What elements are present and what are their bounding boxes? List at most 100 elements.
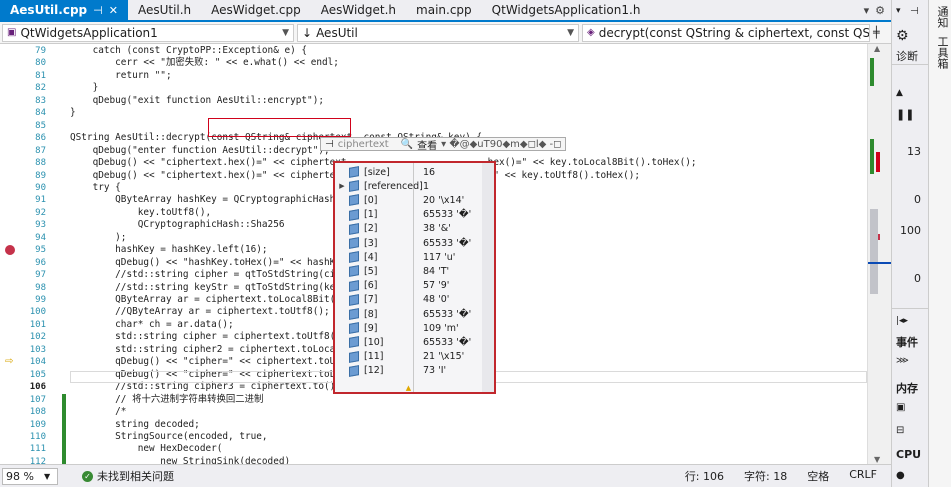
- scope-dropdown[interactable]: ↓ AesUtil ▼: [297, 23, 579, 42]
- camera-icon[interactable]: ▣: [896, 402, 905, 413]
- code-line[interactable]: std::string cipher2 = ciphertext.toLoca: [70, 344, 335, 356]
- settings-gear-icon[interactable]: ⚙: [896, 28, 909, 44]
- line-number: 111: [29, 444, 46, 455]
- editor-vertical-scrollbar[interactable]: ▲ ▼: [867, 44, 892, 464]
- tab-aeswidget-cpp[interactable]: AesWidget.cpp: [201, 0, 311, 20]
- code-line[interactable]: std::string cipher = ciphertext.toUtf8(: [70, 331, 335, 343]
- code-line[interactable]: return "";: [70, 70, 171, 82]
- code-line[interactable]: /*: [70, 406, 126, 418]
- pin-icon[interactable]: ⊣: [910, 6, 919, 17]
- watch-row[interactable]: [2] 38 '&': [335, 222, 494, 236]
- collapse-icon[interactable]: ▲: [896, 88, 903, 98]
- tab-aeswidget-h[interactable]: AesWidget.h: [311, 0, 406, 20]
- line-indicator[interactable]: 行: 106: [685, 468, 724, 484]
- watch-scrollbar[interactable]: [482, 163, 494, 392]
- code-line[interactable]: qDebug() << "hashKey.toHex()=" << hashKe: [70, 257, 341, 269]
- memory-label[interactable]: 内存: [896, 380, 918, 396]
- watch-row[interactable]: [8] 65533 '�': [335, 307, 494, 321]
- code-line[interactable]: key.toUtf8(),: [70, 207, 211, 219]
- code-line[interactable]: hashKey = hashKey.left(16);: [70, 244, 267, 256]
- code-line[interactable]: StringSource(encoded, true,: [70, 431, 267, 443]
- tab-list-dropdown-icon[interactable]: ▾: [864, 4, 870, 17]
- watch-row[interactable]: [0] 20 '\x14': [335, 193, 494, 207]
- code-line[interactable]: try {: [70, 182, 121, 194]
- cpu-label[interactable]: CPU: [896, 448, 921, 461]
- code-line[interactable]: QByteArray ar = ciphertext.toLocal8Bit(: [70, 294, 335, 306]
- pin-icon[interactable]: ⊣: [325, 139, 334, 150]
- code-line[interactable]: );: [70, 232, 126, 244]
- datatip-header[interactable]: ⊣ ciphertext 🔍 查看 ▾ �@◆uT90◆m◆◻l◆ -◻: [320, 137, 567, 152]
- zoom-dropdown[interactable]: 98 % ▼: [2, 467, 58, 485]
- scroll-thumb[interactable]: [870, 209, 878, 294]
- cube-icon: [349, 237, 359, 249]
- nav-arrows-icon[interactable]: |◂▸: [896, 316, 908, 326]
- line-number-gutter[interactable]: 79 80 81 82 83 84 85 86 87 88 89 90 91 92 93 94 95 96 97 98…: [0, 44, 66, 464]
- events-label[interactable]: 事件: [896, 334, 918, 350]
- watch-row[interactable]: [6] 57 '9': [335, 279, 494, 293]
- code-line[interactable]: //QByteArray ar = ciphertext.toUtf8();: [70, 306, 330, 318]
- split-editor-icon[interactable]: ╪: [873, 26, 880, 39]
- tab-main-cpp[interactable]: main.cpp: [406, 0, 482, 20]
- eol-indicator[interactable]: CRLF: [849, 468, 877, 484]
- member-name: decrypt(const QString & ciphertext, cons…: [598, 25, 870, 40]
- watch-name: [10]: [364, 336, 384, 348]
- settings-gear-icon[interactable]: ⚙: [875, 4, 885, 17]
- code-line[interactable]: }: [70, 107, 76, 119]
- filter-icon[interactable]: ⋙: [896, 356, 909, 366]
- watch-row[interactable]: [5] 84 'T': [335, 264, 494, 278]
- notifications-tab[interactable]: 通知: [934, 6, 950, 28]
- line-number: 112: [29, 456, 46, 464]
- whitespace-indicator[interactable]: 空格: [807, 468, 829, 484]
- code-line[interactable]: cerr << "加密失败: " << e.what() << endl;: [70, 57, 339, 69]
- line-number: 87: [35, 145, 46, 156]
- member-dropdown[interactable]: ◈ decrypt(const QString & ciphertext, co…: [582, 23, 870, 42]
- status-bar: 98 % ▼ ✓ 未找到相关问题 行: 106 字符: 18 空格 CRLF: [0, 464, 891, 487]
- code-line[interactable]: }: [70, 82, 99, 94]
- scroll-down-icon[interactable]: ▲: [335, 384, 482, 392]
- code-line[interactable]: catch (const CryptoPP::Exception& e) {: [70, 45, 308, 57]
- expand-arrow-icon[interactable]: ▶: [335, 182, 349, 190]
- code-line[interactable]: //std::string keyStr = qtToStdString(ke: [70, 282, 335, 294]
- line-number: 91: [35, 195, 46, 206]
- tab-tools: ▾ ⚙: [864, 0, 891, 20]
- column-indicator[interactable]: 字符: 18: [744, 468, 787, 484]
- code-line[interactable]: char* ch = ar.data();: [70, 319, 234, 331]
- tab-aesutil-cpp[interactable]: AesUtil.cpp ⊣ ✕: [0, 0, 128, 20]
- watch-row[interactable]: [size] 16: [335, 165, 494, 179]
- watch-row[interactable]: [3] 65533 '�': [335, 236, 494, 250]
- dropdown-icon[interactable]: ▾: [896, 6, 901, 16]
- watch-row[interactable]: [1] 65533 '�': [335, 208, 494, 222]
- toolbox-tab[interactable]: 工具箱: [934, 36, 950, 69]
- pin-icon[interactable]: ⊣: [93, 4, 103, 17]
- issues-indicator[interactable]: ✓ 未找到相关问题: [82, 468, 174, 484]
- code-line[interactable]: // 将十六进制字符串转换回二进制: [70, 394, 263, 406]
- watch-row[interactable]: [12] 73 'I': [335, 364, 494, 378]
- code-line[interactable]: new HexDecoder(: [70, 443, 223, 455]
- close-icon[interactable]: ✕: [109, 4, 118, 17]
- scroll-down-icon[interactable]: ▼: [874, 455, 880, 464]
- code-line[interactable]: //std::string cipher = qtToStdString(ci: [70, 269, 335, 281]
- line-number: 84: [35, 108, 46, 119]
- code-line[interactable]: QCryptographicHash::Sha256: [70, 219, 285, 231]
- watch-row[interactable]: ▶ [referenced] 1: [335, 179, 494, 193]
- pause-icon[interactable]: ❚❚: [896, 108, 914, 121]
- watch-row[interactable]: [11] 21 '\x15': [335, 350, 494, 364]
- watch-row[interactable]: [9] 109 'm': [335, 321, 494, 335]
- code-line[interactable]: qDebug("exit function AesUtil::encrypt")…: [70, 95, 324, 107]
- code-line[interactable]: string decoded;: [70, 419, 200, 431]
- code-line[interactable]: qDebug("enter function AesUtil::decrypt"…: [70, 145, 330, 157]
- watch-row[interactable]: [10] 65533 '�': [335, 335, 494, 349]
- tab-aesutil-h[interactable]: AesUtil.h: [128, 0, 201, 20]
- scroll-up-icon[interactable]: ▲: [874, 44, 880, 53]
- datatip-expansion[interactable]: [size] 16 ▶ [referenced] 1 [0] 20 '\x14' [1] 655…: [333, 161, 496, 394]
- snapshot-icon[interactable]: ⊟: [896, 425, 904, 436]
- watch-row[interactable]: [4] 117 'u': [335, 250, 494, 264]
- view-dropdown[interactable]: 查看: [417, 137, 437, 152]
- tab-qtwidgetsapplication1-h[interactable]: QtWidgetsApplication1.h: [482, 0, 651, 20]
- project-dropdown[interactable]: ▣ QtWidgetsApplication1 ▼: [2, 23, 294, 42]
- code-line[interactable]: QByteArray hashKey = QCryptographicHash:…: [70, 194, 346, 206]
- watch-row[interactable]: [7] 48 '0': [335, 293, 494, 307]
- code-line[interactable]: new StringSink(decoded): [70, 456, 290, 464]
- record-icon[interactable]: ●: [896, 470, 905, 481]
- watch-name: [6]: [364, 280, 378, 292]
